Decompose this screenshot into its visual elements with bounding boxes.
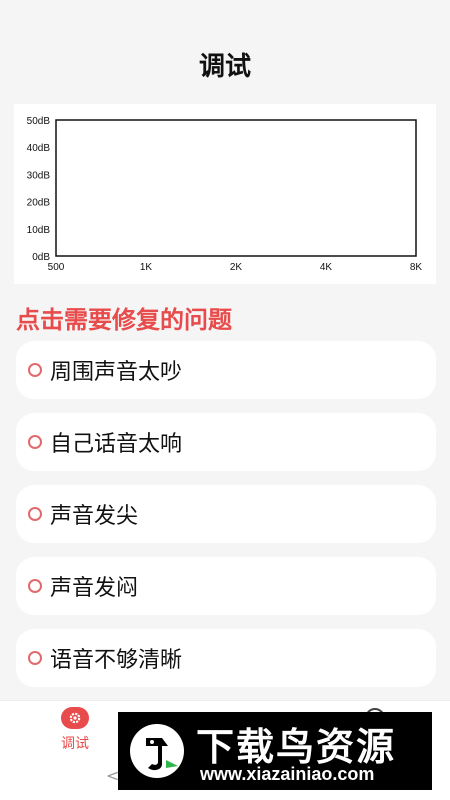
tab-debug-label: 调试 — [61, 736, 89, 752]
page-title: 调试 — [198, 52, 251, 82]
watermark-brand: 下载鸟资源 — [196, 725, 397, 769]
radio-circle-icon — [28, 363, 42, 377]
gear-icon-glyph — [69, 712, 81, 724]
issue-label: 声音发闷 — [50, 576, 139, 601]
issue-item-speech-unclear[interactable]: 语音不够清晰 — [16, 629, 436, 687]
y-tick-label: 40dB — [27, 143, 51, 154]
issue-item-noisy-surroundings[interactable]: 周围声音太吵 — [16, 341, 436, 399]
issue-label: 声音发尖 — [50, 504, 139, 529]
plot-frame — [55, 119, 417, 257]
x-tick-label: 8K — [410, 262, 423, 273]
tab-debug[interactable]: 调试 — [30, 707, 120, 753]
bird-logo-icon — [130, 724, 184, 778]
x-tick-label: 2K — [230, 262, 243, 273]
frequency-chart: 0dB 10dB 20dB 30dB 40dB 50dB 500 1K 2K 4K 8K — [14, 104, 436, 284]
issue-item-sound-sharp[interactable]: 声音发尖 — [16, 485, 436, 543]
radio-circle-icon — [28, 651, 42, 665]
frequency-chart-svg: 0dB10dB20dB30dB40dB50dB500 1K 2K 4K 8K — [27, 116, 423, 273]
radio-circle-icon — [28, 507, 42, 521]
watermark-banner: 下载鸟资源 www.xiazainiao.com — [118, 712, 432, 790]
x-tick-label: 4K — [320, 262, 333, 273]
issue-label: 周围声音太吵 — [50, 360, 183, 385]
issue-label: 自己话音太响 — [50, 432, 183, 457]
y-tick-label: 10dB — [27, 225, 51, 236]
watermark-url: www.xiazainiao.com — [200, 764, 375, 784]
y-tick-label: 30dB — [27, 170, 51, 181]
issue-label: 语音不够清晰 — [50, 648, 183, 673]
x-tick-label: 1K — [140, 262, 153, 273]
issue-item-own-voice-loud[interactable]: 自己话音太响 — [16, 413, 436, 471]
issue-list: 周围声音太吵 自己话音太响 声音发尖 声音发闷 语音不够清晰 — [16, 341, 436, 701]
y-tick-label: 20dB — [27, 198, 51, 209]
radio-circle-icon — [28, 435, 42, 449]
radio-circle-icon — [28, 579, 42, 593]
x-tick-label: 500 — [48, 262, 65, 273]
issue-item-sound-muffled[interactable]: 声音发闷 — [16, 557, 436, 615]
section-heading: 点击需要修复的问题 — [16, 306, 232, 334]
gear-icon — [61, 707, 89, 729]
y-tick-label: 50dB — [27, 116, 51, 127]
